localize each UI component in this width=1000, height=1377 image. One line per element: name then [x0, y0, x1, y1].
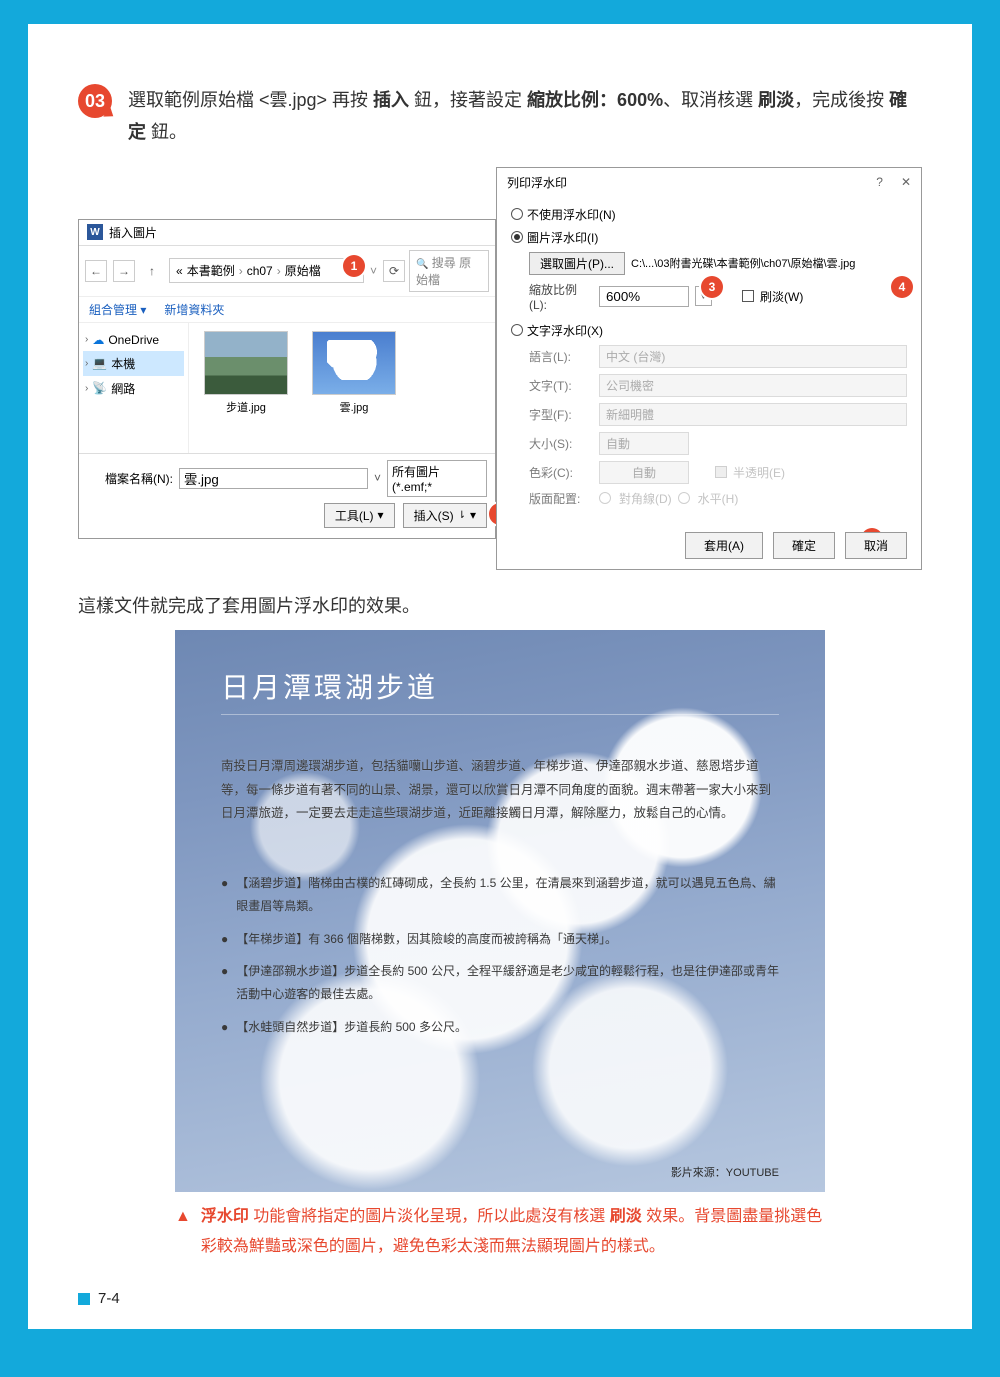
washout-label: 刷淡(W)	[760, 288, 803, 305]
color-label: 色彩(C):	[529, 464, 593, 481]
folder-tree: ›☁OneDrive ›💻本機 ›📡網路	[79, 323, 189, 453]
step-text-4: ，完成後按	[794, 90, 889, 110]
organize-button[interactable]: 組合管理 ▾	[89, 301, 146, 318]
warning-note: ▲ 浮水印 功能會將指定的圖片淡化呈現，所以此處沒有核選 刷淡 效果。背景圖盡量…	[175, 1202, 825, 1263]
apply-button[interactable]: 套用(A)	[685, 532, 763, 559]
page-number: 7-4	[78, 1290, 120, 1307]
doc-li-2: ●【年梯步道】有 366 個階梯數，因其險峻的高度而被誇稱為「通天梯」。	[221, 928, 779, 951]
doc-credit: 影片來源：YOUTUBE	[671, 1164, 779, 1180]
filename-input[interactable]	[179, 468, 368, 489]
sample-document: 日月潭環湖步道 南投日月潭周邊環湖步道，包括貓囒山步道、涵碧步道、年梯步道、伊達…	[175, 630, 825, 1192]
doc-li-3: ●【伊達邵親水步道】步道全長約 500 公尺，全程平緩舒適是老少咸宜的輕鬆行程，…	[221, 960, 779, 1006]
result-text: 這樣文件就完成了套用圖片浮水印的效果。	[78, 592, 922, 618]
semi-label: 半透明(E)	[733, 464, 785, 481]
insert-picture-dialog: W 插入圖片 ← → ↑ « 本書範例 › ch07 › 原始檔 1	[78, 219, 496, 539]
size-label: 大小(S):	[529, 435, 593, 452]
breadcrumb[interactable]: « 本書範例 › ch07 › 原始檔 1	[169, 258, 364, 283]
thumb-trail[interactable]: 步道.jpg	[201, 331, 291, 445]
layout-horiz: 水平(H)	[698, 490, 739, 507]
tools-button[interactable]: 工具(L)▾	[324, 503, 395, 528]
tree-onedrive[interactable]: ›☁OneDrive	[83, 329, 184, 351]
crumb-sep-2: ›	[277, 264, 281, 278]
scale-label: 縮放比例(L):	[529, 281, 593, 312]
washout-checkbox[interactable]	[742, 290, 754, 302]
dialogs-row: W 插入圖片 ← → ↑ « 本書範例 › ch07 › 原始檔 1	[78, 167, 922, 570]
crumb-3[interactable]: 原始檔	[285, 262, 321, 279]
refresh-button[interactable]: ⟳	[383, 260, 405, 282]
layout-label: 版面配置:	[529, 490, 593, 507]
ok-button[interactable]: 確定	[773, 532, 835, 559]
picture-path: C:\...\03附書光碟\本書範例\ch07\原始檔\雲.jpg	[631, 255, 855, 271]
doc-li-1: ●【涵碧步道】階梯由古樸的紅磚砌成，全長約 1.5 公里，在清晨來到涵碧步道，就…	[221, 872, 779, 918]
text-label: 文字(T):	[529, 377, 593, 394]
search-input[interactable]: 🔍 搜尋 原始檔	[409, 250, 489, 292]
radio-text[interactable]: 文字浮水印(X)	[511, 319, 907, 342]
crumb-sep-1: ›	[239, 264, 243, 278]
help-button[interactable]: ?	[876, 175, 883, 189]
marker-4: 4	[891, 276, 913, 298]
warning-triangle-icon: ▲	[175, 1202, 191, 1263]
insert-dialog-title: 插入圖片	[109, 224, 157, 241]
thumb-trail-img	[204, 331, 288, 395]
text-value: 公司機密	[599, 374, 907, 397]
word-icon: W	[87, 224, 103, 240]
lang-label: 語言(L):	[529, 348, 593, 365]
cancel-button[interactable]: 取消	[845, 532, 907, 559]
thumb-cloud-label: 雲.jpg	[340, 399, 369, 415]
tree-local[interactable]: ›💻本機	[83, 351, 184, 376]
layout-diag: 對角線(D)	[619, 490, 672, 507]
nav-forward-button[interactable]: →	[113, 260, 135, 282]
scale-input[interactable]	[599, 286, 689, 307]
doc-paragraph: 南投日月潭周邊環湖步道，包括貓囒山步道、涵碧步道、年梯步道、伊達邵親水步道、慈恩…	[221, 755, 779, 826]
semi-checkbox	[715, 466, 727, 478]
select-picture-button[interactable]: 選取圖片(P)...	[529, 252, 625, 275]
page-number-marker	[78, 1293, 90, 1305]
color-value: 自動	[599, 461, 689, 484]
tree-network[interactable]: ›📡網路	[83, 376, 184, 401]
doc-list: ●【涵碧步道】階梯由古樸的紅磚砌成，全長約 1.5 公里，在清晨來到涵碧步道，就…	[221, 872, 779, 1039]
step-bold-1: 插入	[373, 90, 409, 110]
note-bold-2: 刷淡	[610, 1208, 642, 1225]
crumb-2[interactable]: ch07	[247, 264, 273, 278]
crumb-1[interactable]: 本書範例	[187, 262, 235, 279]
step-text-1: 選取範例原始檔 <雲.jpg> 再按	[128, 90, 373, 110]
font-label: 字型(F):	[529, 406, 593, 423]
step-text: 選取範例原始檔 <雲.jpg> 再按 插入 鈕，接著設定 縮放比例：600%、取…	[128, 84, 922, 149]
marker-1: 1	[343, 255, 365, 277]
close-button[interactable]: ✕	[901, 175, 911, 189]
size-value: 自動	[599, 432, 689, 455]
note-text: 浮水印 功能會將指定的圖片淡化呈現，所以此處沒有核選 刷淡 效果。背景圖盡量挑選…	[201, 1202, 825, 1263]
note-bold-1: 浮水印	[201, 1208, 249, 1225]
step-03: 03 選取範例原始檔 <雲.jpg> 再按 插入 鈕，接著設定 縮放比例：600…	[78, 84, 922, 149]
thumb-cloud[interactable]: 雲.jpg	[309, 331, 399, 445]
nav-up-button[interactable]: ↑	[141, 260, 163, 282]
filename-label: 檔案名稱(N):	[87, 470, 173, 487]
lang-value: 中文 (台灣)	[599, 345, 907, 368]
radio-picture[interactable]: 圖片浮水印(I)	[511, 226, 907, 249]
step-badge: 03	[78, 84, 112, 118]
marker-3: 3	[701, 276, 723, 298]
font-value: 新細明體	[599, 403, 907, 426]
filetype-select[interactable]: 所有圖片 (*.emf;*	[387, 460, 487, 497]
step-bold-3: 刷淡	[758, 90, 794, 110]
step-text-2: 鈕，接著設定	[409, 90, 527, 110]
step-text-3: 、取消核選	[663, 90, 758, 110]
thumb-trail-label: 步道.jpg	[226, 399, 266, 415]
watermark-dialog: 列印浮水印 ? ✕ 不使用浮水印(N) 圖片浮水印(I) 選取圖片(P)... …	[496, 167, 922, 570]
thumb-cloud-img	[312, 331, 396, 395]
doc-li-4: ●【水蛙頭自然步道】步道長約 500 多公尺。	[221, 1016, 779, 1039]
note-t1: 功能會將指定的圖片淡化呈現，所以此處沒有核選	[249, 1208, 610, 1225]
insert-button[interactable]: 插入(S)⇂▾	[403, 503, 487, 528]
step-text-5: 鈕。	[146, 122, 187, 142]
radio-none[interactable]: 不使用浮水印(N)	[511, 203, 907, 226]
nav-back-button[interactable]: ←	[85, 260, 107, 282]
step-bold-2: 縮放比例：600%	[527, 90, 663, 110]
doc-title: 日月潭環湖步道	[221, 666, 779, 715]
newfolder-button[interactable]: 新增資料夾	[164, 301, 224, 318]
watermark-title: 列印浮水印	[507, 174, 567, 191]
